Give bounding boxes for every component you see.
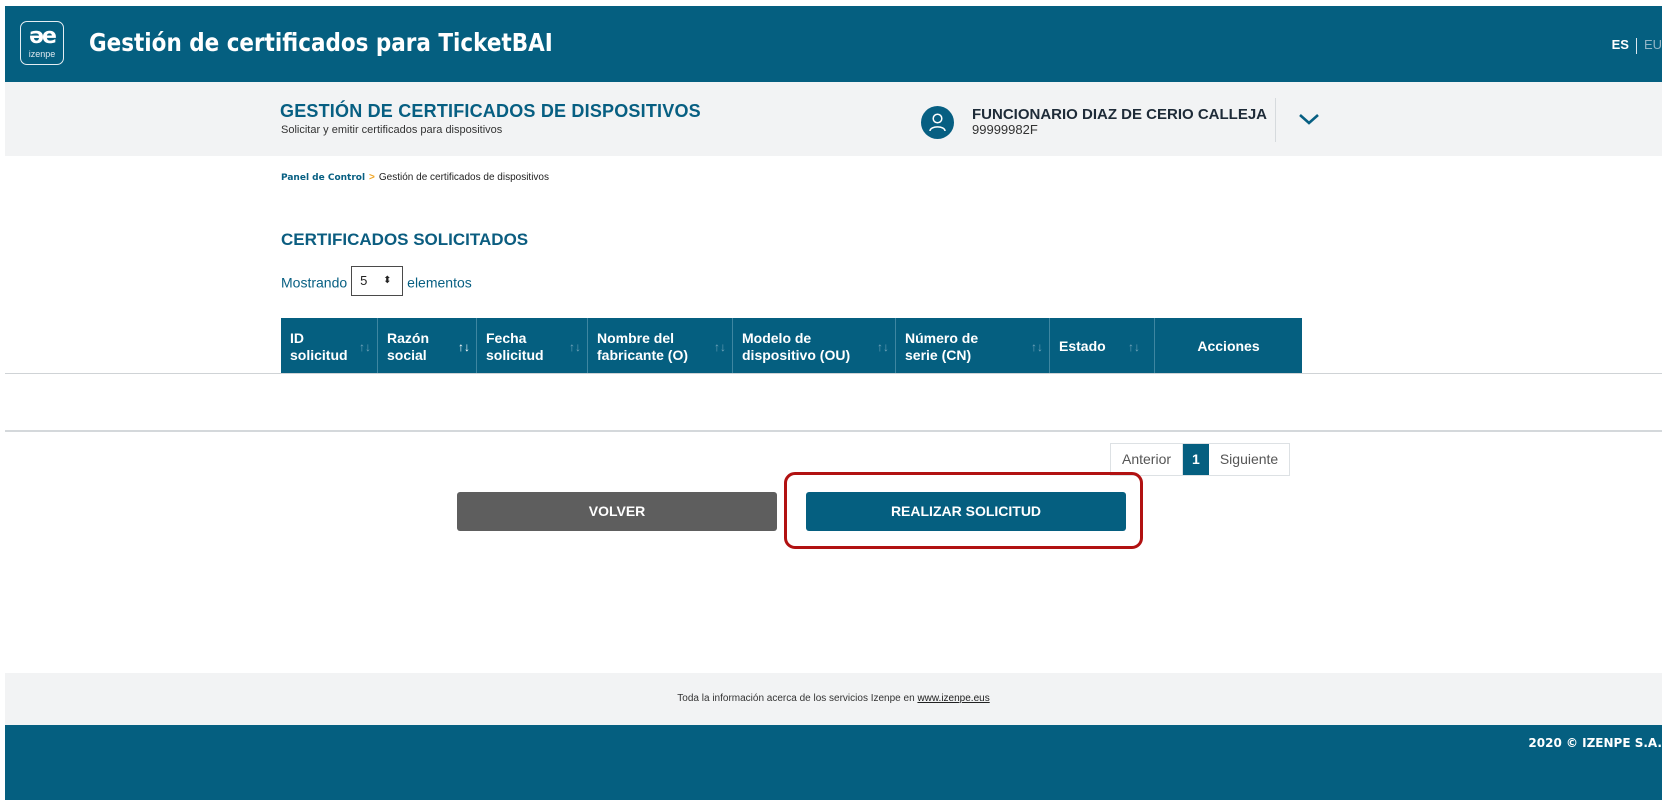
person-icon (929, 113, 946, 132)
submit-request-button[interactable]: REALIZAR SOLICITUD (806, 492, 1126, 531)
izenpe-logo[interactable]: əe izenpe (20, 21, 64, 65)
sort-icon: ↑↓ (714, 340, 726, 354)
footer-bar: 2020 © IZENPE S.A. (5, 725, 1662, 800)
column-line2: dispositivo (OU) (742, 347, 851, 363)
table-row-divider (5, 373, 1662, 374)
sort-icon: ↑↓ (877, 340, 889, 354)
footer-info: Toda la información acerca de los servic… (5, 673, 1662, 725)
column-nombre-fabricante[interactable]: Nombre del fabricante (O) ↑↓ (588, 318, 733, 373)
pagination: Anterior 1 Siguiente (1110, 443, 1291, 476)
top-bar: əe izenpe Gestión de certificados para T… (5, 6, 1662, 82)
sort-icon: ↑↓ (458, 340, 470, 354)
pagination-previous[interactable]: Anterior (1111, 444, 1184, 475)
column-line1: Nombre del (597, 330, 675, 346)
column-label: Modelo de dispositivo (OU) (742, 330, 850, 364)
column-line1: Fecha (486, 330, 527, 346)
column-label: Nombre del fabricante (O) (597, 330, 688, 364)
breadcrumb-separator: > (369, 172, 375, 183)
pagination-page-1[interactable]: 1 (1183, 444, 1209, 475)
breadcrumb-home-link[interactable]: Panel de Control (281, 173, 365, 183)
sort-icon: ↑↓ (569, 340, 581, 354)
column-id-solicitud[interactable]: ID solicitud ↑↓ (281, 318, 378, 373)
sort-icon: ↑↓ (1128, 340, 1140, 354)
lang-divider (1635, 37, 1637, 54)
lang-eu[interactable]: EU (1644, 37, 1662, 52)
page-size-control: Mostrando 5 ⬍ elementos (281, 266, 472, 296)
column-label: ID solicitud (290, 330, 348, 364)
footer-info-text: Toda la información acerca de los servic… (677, 693, 915, 704)
column-estado[interactable]: Estado ↑↓ (1050, 318, 1155, 373)
language-switcher: ES EU (1612, 37, 1662, 54)
showing-prefix: Mostrando (281, 274, 348, 291)
sort-icon: ↑↓ (1031, 340, 1043, 354)
column-line2: solicitud (486, 347, 544, 363)
logo-word: izenpe (28, 49, 56, 59)
column-label: Acciones (1197, 338, 1260, 354)
column-modelo-dispositivo[interactable]: Modelo de dispositivo (OU) ↑↓ (733, 318, 896, 373)
column-numero-serie[interactable]: Número de serie (CN) ↑↓ (896, 318, 1050, 373)
column-razon-social[interactable]: Razón social ↑↓ (378, 318, 477, 373)
column-label: Número de serie (CN) (905, 330, 978, 364)
page-size-select[interactable]: 5 ⬍ (351, 266, 404, 296)
column-line2: fabricante (O) (597, 347, 689, 363)
back-button[interactable]: VOLVER (457, 492, 777, 531)
column-acciones: Acciones (1155, 318, 1302, 373)
izenpe-website-link[interactable]: www.izenpe.eus (917, 693, 989, 704)
sort-icon: ↑↓ (359, 340, 371, 354)
section-title: CERTIFICADOS SOLICITADOS (281, 230, 529, 249)
column-label: Estado (1059, 338, 1106, 354)
showing-suffix: elementos (407, 274, 472, 291)
copyright: 2020 © IZENPE S.A. (1528, 736, 1662, 750)
column-line1: Número de (905, 330, 979, 346)
column-line1: Modelo de (742, 330, 812, 346)
column-fecha-solicitud[interactable]: Fecha solicitud ↑↓ (477, 318, 588, 373)
column-line2: social (387, 347, 427, 363)
user-name: FUNCIONARIO DIAZ DE CERIO CALLEJA (972, 106, 1268, 123)
app-title: Gestión de certificados para TicketBAI (89, 28, 553, 57)
user-icon (921, 106, 954, 139)
lang-es[interactable]: ES (1612, 37, 1629, 52)
pagination-next[interactable]: Siguiente (1209, 444, 1289, 475)
user-menu-toggle[interactable] (1294, 108, 1324, 130)
chevron-down-icon (1299, 114, 1319, 125)
table-bottom-border (5, 430, 1662, 432)
column-line2: solicitud (290, 347, 348, 363)
breadcrumb: Panel de Control > Gestión de certificados… (281, 172, 549, 183)
table-header: ID solicitud ↑↓ Razón social ↑↓ Fecha solic… (281, 318, 1302, 373)
column-line2: serie (CN) (905, 347, 972, 363)
logo-mark: əe (29, 24, 57, 49)
user-id: 99999982F (972, 122, 1038, 137)
column-label: Fecha solicitud (486, 330, 544, 364)
page-size-value: 5 (360, 273, 368, 288)
column-line1: Razón (387, 330, 429, 346)
column-line1: ID (290, 330, 304, 346)
column-label: Razón social (387, 330, 429, 364)
page-subtitle: Solicitar y emitir certificados para dis… (281, 124, 503, 136)
breadcrumb-current: Gestión de certificados de dispositivos (378, 172, 549, 183)
page-title: GESTIÓN DE CERTIFICADOS DE DISPOSITIVOS (280, 101, 701, 121)
select-arrows-icon: ⬍ (383, 275, 392, 286)
user-divider (1275, 98, 1276, 142)
sub-header: GESTIÓN DE CERTIFICADOS DE DISPOSITIVOS … (5, 82, 1662, 156)
